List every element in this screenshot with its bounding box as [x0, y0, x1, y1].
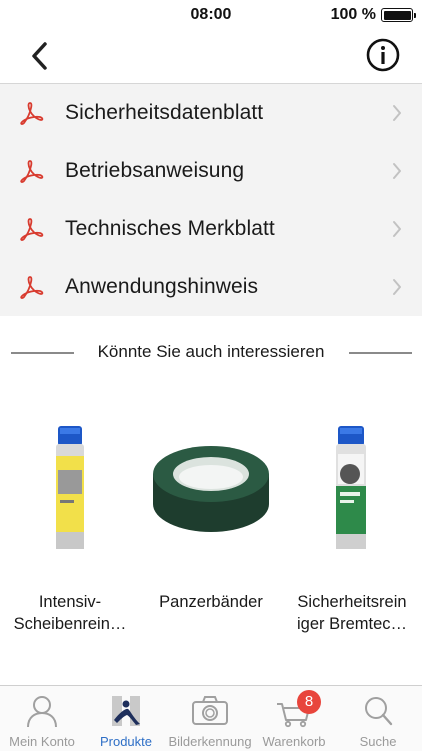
info-icon — [366, 38, 400, 72]
produkte-logo-icon — [112, 696, 140, 726]
product-card-panzerbaender[interactable]: Panzerbänder — [141, 400, 281, 613]
tab-bilderkennung[interactable]: Bilderkennung — [168, 686, 252, 751]
tab-label: Suche — [359, 734, 397, 749]
tab-warenkorb[interactable]: 8 Warenkorb — [252, 686, 336, 751]
divider-right — [349, 352, 412, 354]
document-row-betriebsanweisung[interactable]: Betriebsanweisung — [0, 142, 422, 200]
product-name-line: iger Bremtec… — [296, 615, 408, 633]
document-label: Betriebsanweisung — [65, 159, 245, 182]
cart-badge: 8 — [297, 690, 321, 714]
document-list: Sicherheitsdatenblatt Betriebsanweisung … — [0, 84, 422, 316]
camera-icon — [192, 696, 228, 725]
status-bar: 08:00 100 % — [0, 0, 422, 28]
document-label: Anwendungshinweis — [65, 275, 259, 298]
chevron-right-icon — [393, 105, 401, 121]
tab-label: Warenkorb — [262, 734, 326, 749]
product-name-line: Scheibenrein… — [13, 615, 127, 633]
person-icon — [27, 696, 57, 728]
product-name: Sicherheitsrein iger Bremtec… — [282, 591, 422, 635]
product-name: Panzerbänder — [141, 591, 281, 613]
tab-bar: Mein Konto Produkte Bilderkennung 8 Ware… — [0, 685, 422, 751]
pdf-icon — [20, 102, 44, 125]
tab-suche[interactable]: Suche — [336, 686, 420, 751]
back-button[interactable] — [26, 40, 56, 72]
tab-produkte[interactable]: Produkte — [84, 686, 168, 751]
product-image-spray-can-blue-yellow — [0, 400, 140, 570]
product-card-scheibenreiniger[interactable]: Intensiv- Scheibenrein… — [0, 400, 140, 635]
document-row-sicherheitsdatenblatt[interactable]: Sicherheitsdatenblatt — [0, 84, 422, 142]
pdf-icon — [20, 160, 44, 183]
pdf-icon — [20, 276, 44, 299]
product-name: Intensiv- Scheibenrein… — [0, 591, 140, 635]
tab-mein-konto[interactable]: Mein Konto — [0, 686, 84, 751]
document-label: Sicherheitsdatenblatt — [65, 101, 264, 124]
product-image-spray-can-blue-green — [282, 400, 422, 570]
product-name-line: Intensiv- — [38, 593, 102, 611]
info-button[interactable] — [366, 38, 400, 72]
chevron-right-icon — [393, 221, 401, 237]
product-name-line: Panzerbänder — [159, 593, 263, 611]
navigation-bar — [0, 28, 422, 84]
product-card-bremsenreiniger[interactable]: Sicherheitsrein iger Bremtec… — [282, 400, 422, 635]
battery-icon — [381, 8, 416, 22]
tab-label: Mein Konto — [9, 734, 75, 749]
chevron-right-icon — [393, 163, 401, 179]
document-row-anwendungshinweis[interactable]: Anwendungshinweis — [0, 258, 422, 316]
search-icon — [365, 697, 393, 726]
product-image-tape-roll — [141, 400, 281, 570]
chevron-left-icon — [32, 42, 47, 70]
tab-label: Bilderkennung — [168, 734, 252, 749]
pdf-icon — [20, 218, 44, 241]
recommendations-header: Könnte Sie auch interessieren — [0, 340, 422, 366]
product-name-line: Sicherheitsrein — [297, 593, 407, 611]
document-label: Technisches Merkblatt — [65, 217, 275, 240]
tab-label: Produkte — [99, 734, 153, 749]
chevron-right-icon — [393, 279, 401, 295]
document-row-technisches-merkblatt[interactable]: Technisches Merkblatt — [0, 200, 422, 258]
battery-percentage: 100 % — [330, 6, 376, 23]
